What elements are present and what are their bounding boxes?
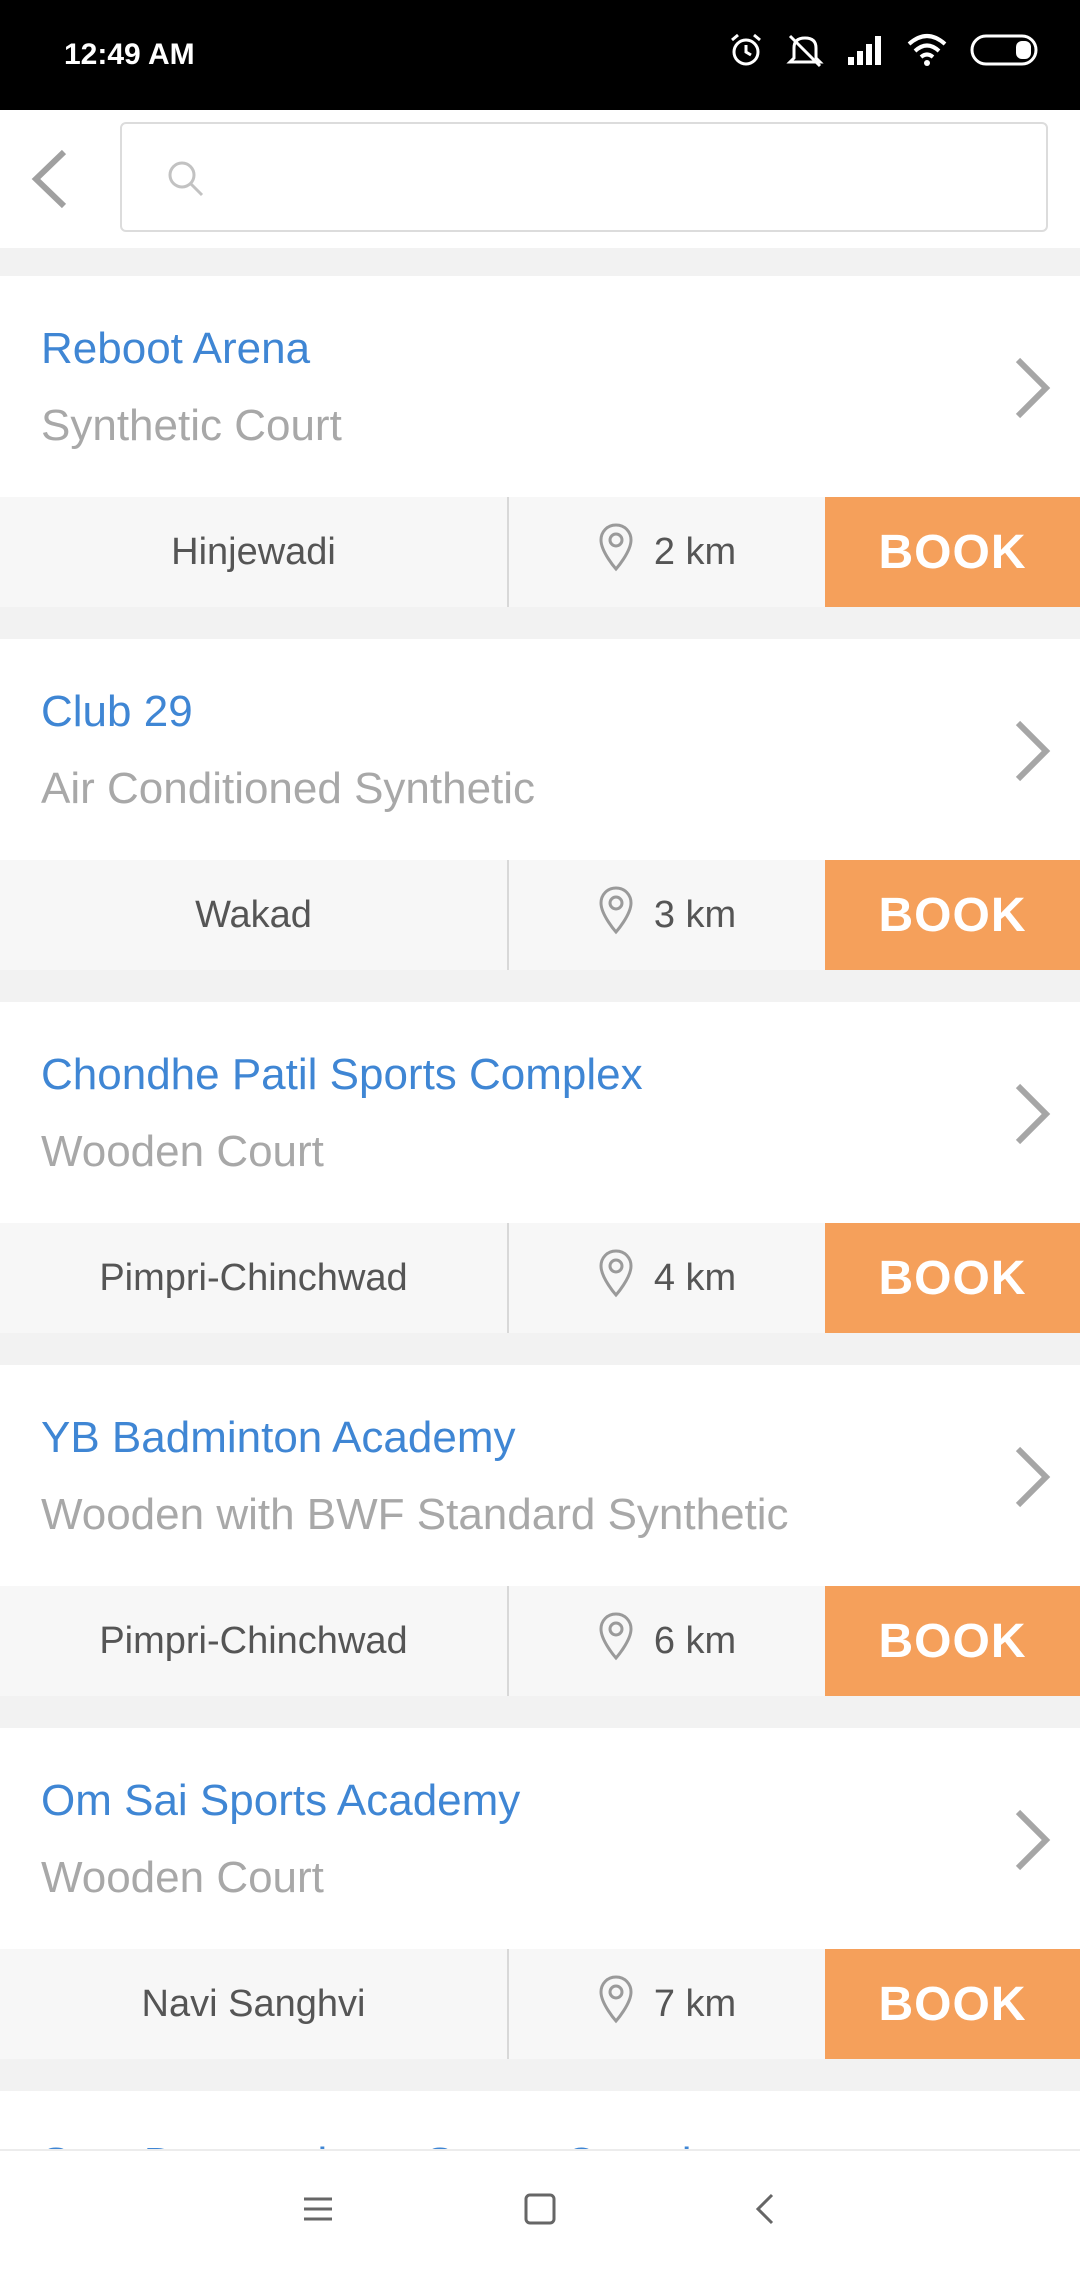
- venue-card: Chondhe Patil Sports Complex Wooden Court…: [0, 1002, 1080, 1365]
- venue-name[interactable]: Chondhe Patil Sports Complex: [41, 1050, 643, 1100]
- search-box[interactable]: [120, 122, 1048, 232]
- wifi-icon: [906, 33, 948, 67]
- venue-name[interactable]: Club 29: [41, 687, 193, 737]
- location-pin-icon: [598, 1974, 634, 2034]
- venue-card: YB Badminton Academy Wooden with BWF Stan…: [0, 1365, 1080, 1728]
- distance-value: 6 km: [653, 1619, 737, 1662]
- venue-card: Om Sai Sports Academy Wooden Court Navi Sa…: [0, 1728, 1080, 2091]
- distance-value: 2 km: [653, 530, 737, 573]
- venue-info-bar: Hinjewadi 2 km BOOK: [0, 497, 1080, 607]
- venue-list: Reboot Arena Synthetic Court Hinjewadi 2 km…: [0, 276, 1080, 2171]
- venue-area: Hinjewadi: [171, 530, 336, 573]
- alarm-icon: [728, 32, 764, 68]
- venue-name[interactable]: YB Badminton Academy: [41, 1413, 515, 1463]
- book-button[interactable]: BOOK: [825, 497, 1080, 607]
- chevron-right-icon[interactable]: [1012, 1445, 1052, 1514]
- venue-card-header[interactable]: YB Badminton Academy Wooden with BWF Stan…: [0, 1365, 1080, 1586]
- search-input[interactable]: [222, 144, 1026, 212]
- signal-icon: [846, 33, 884, 67]
- distance-value: 3 km: [653, 893, 737, 936]
- navigation-bar: [0, 2149, 1080, 2280]
- venue-name[interactable]: Om Sai Sports Academy: [41, 1776, 520, 1826]
- venue-area: Navi Sanghvi: [141, 1982, 366, 2025]
- location-pin-icon: [598, 1248, 634, 1308]
- venue-card: Club 29 Air Conditioned Synthetic Wakad 3 k…: [0, 639, 1080, 1002]
- venue-info-bar: Pimpri-Chinchwad 6 km BOOK: [0, 1586, 1080, 1696]
- chevron-right-icon[interactable]: [1012, 1808, 1052, 1877]
- venue-name[interactable]: Reboot Arena: [41, 324, 310, 374]
- distance-value: 4 km: [653, 1256, 737, 1299]
- chevron-right-icon[interactable]: [1012, 719, 1052, 788]
- venue-distance: 7 km: [509, 1949, 825, 2059]
- venue-area: Pimpri-Chinchwad: [99, 1619, 408, 1662]
- venue-type: Wooden Court: [41, 1127, 324, 1176]
- chevron-right-icon[interactable]: [1012, 356, 1052, 425]
- home-square-icon[interactable]: [520, 2189, 560, 2234]
- mute-icon: [786, 32, 824, 68]
- venue-info-bar: Navi Sanghvi 7 km BOOK: [0, 1949, 1080, 2059]
- back-button[interactable]: [22, 146, 82, 212]
- venue-type: Wooden Court: [41, 1853, 324, 1902]
- battery-icon: [970, 34, 1040, 66]
- venue-card: Reboot Arena Synthetic Court Hinjewadi 2 km…: [0, 276, 1080, 639]
- venue-distance: 3 km: [509, 860, 825, 970]
- chevron-right-icon[interactable]: [1012, 1082, 1052, 1151]
- venue-distance: 6 km: [509, 1586, 825, 1696]
- venue-distance: 2 km: [509, 497, 825, 607]
- search-header: [0, 110, 1080, 248]
- back-icon[interactable]: [746, 2189, 786, 2234]
- venue-card-header[interactable]: Chondhe Patil Sports Complex Wooden Court: [0, 1002, 1080, 1223]
- search-icon: [166, 159, 206, 204]
- venue-card-header[interactable]: Reboot Arena Synthetic Court: [0, 276, 1080, 497]
- menu-icon[interactable]: [298, 2189, 338, 2234]
- venue-card-header[interactable]: Club 29 Air Conditioned Synthetic: [0, 639, 1080, 860]
- venue-area: Pimpri-Chinchwad: [99, 1256, 408, 1299]
- location-pin-icon: [598, 1611, 634, 1671]
- status-bar: 12:49 AM: [0, 0, 1080, 110]
- venue-type: Air Conditioned Synthetic: [41, 764, 536, 813]
- venue-info-bar: Pimpri-Chinchwad 4 km BOOK: [0, 1223, 1080, 1333]
- location-pin-icon: [598, 522, 634, 582]
- location-pin-icon: [598, 885, 634, 945]
- book-button[interactable]: BOOK: [825, 1586, 1080, 1696]
- venue-info-bar: Wakad 3 km BOOK: [0, 860, 1080, 970]
- distance-value: 7 km: [653, 1982, 737, 2025]
- book-button[interactable]: BOOK: [825, 860, 1080, 970]
- status-time: 12:49 AM: [64, 38, 195, 71]
- book-button[interactable]: BOOK: [825, 1223, 1080, 1333]
- venue-area: Wakad: [195, 893, 312, 936]
- venue-type: Wooden with BWF Standard Synthetic: [41, 1490, 789, 1539]
- venue-card-header[interactable]: Om Sai Sports Academy Wooden Court: [0, 1728, 1080, 1949]
- book-button[interactable]: BOOK: [825, 1949, 1080, 2059]
- venue-type: Synthetic Court: [41, 401, 342, 450]
- venue-distance: 4 km: [509, 1223, 825, 1333]
